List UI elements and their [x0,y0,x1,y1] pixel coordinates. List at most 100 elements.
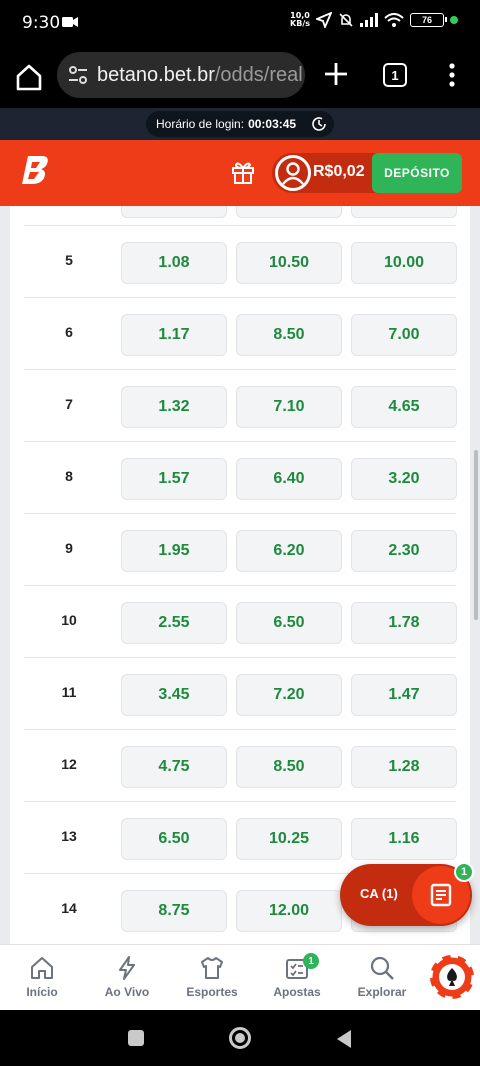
privacy-dot-icon [450,16,458,24]
scrollbar[interactable] [474,450,478,620]
recents-icon[interactable] [128,1030,144,1046]
odd-button[interactable]: 2.30 [351,530,457,572]
user-avatar-icon[interactable] [275,155,311,191]
odds-row: 9 1.95 6.20 2.30 [24,513,457,585]
odd-button[interactable]: 3.20 [351,458,457,500]
odd-button[interactable]: 7.00 [351,314,457,356]
status-icons: 10,0 KB/s 76 [290,12,458,28]
betano-logo-icon[interactable] [20,154,52,186]
row-label: 10 [61,612,77,628]
row-label: 6 [65,324,73,340]
odd-button[interactable]: 1.78 [351,602,457,644]
odds-row: 13 6.50 10.25 1.16 [24,801,457,873]
odd-button-partial[interactable] [121,206,227,218]
bottom-navigation: Início Ao Vivo Esportes 1 Apostas Explor… [0,944,480,1010]
nav-item-ao-vivo[interactable]: Ao Vivo [85,955,169,999]
nav-label: Início [26,985,58,999]
row-label: 9 [65,540,73,556]
tab-switcher-button[interactable]: 1 [383,63,407,87]
mute-bell-icon [339,13,353,27]
odd-button[interactable]: 10.00 [351,242,457,284]
net-speed-unit: KB/s [290,19,310,28]
odd-button[interactable]: 1.95 [121,530,227,572]
odd-button[interactable]: 4.75 [121,746,227,788]
odd-button[interactable]: 6.50 [236,602,342,644]
odd-button[interactable]: 2.55 [121,602,227,644]
wifi-icon [384,12,404,27]
odd-button[interactable]: 6.50 [121,818,227,860]
more-menu-icon[interactable] [442,60,462,90]
address-bar[interactable]: betano.bet.br/odds/real [57,52,305,98]
row-label: 13 [61,828,77,844]
odd-button[interactable]: 6.40 [236,458,342,500]
odds-row: 5 1.08 10.50 10.00 [24,225,457,297]
odds-row: 10 2.55 6.50 1.78 [24,585,457,657]
lightning-icon [119,956,135,980]
odd-button[interactable]: 12.00 [236,890,342,932]
odd-button[interactable]: 8.75 [121,890,227,932]
odd-button[interactable]: 1.08 [121,242,227,284]
back-triangle-icon[interactable] [337,1030,351,1048]
deposit-button[interactable]: DEPÓSITO [372,153,462,193]
nav-label: Esportes [186,985,238,999]
clock-icon [312,117,326,131]
nav-item-esportes[interactable]: Esportes [170,955,254,999]
nav-label: Explorar [357,985,407,999]
battery-icon: 76 [410,13,447,27]
betslip-code[interactable]: CA (1) [360,886,398,901]
odds-card: 5 1.08 10.50 10.00 6 1.17 8.50 7.00 7 1.32 7.10 4.6… [10,206,470,944]
clock-time: 9:30 [22,13,61,33]
odd-button[interactable]: 7.20 [236,674,342,716]
url-path: /odds/real [214,63,303,86]
url-host: betano.bet.br [97,63,215,86]
account-balance[interactable]: R$0,02 [313,163,365,181]
odds-row: 6 1.17 8.50 7.00 [24,297,457,369]
odd-button[interactable]: 1.32 [121,386,227,428]
new-tab-plus-icon[interactable] [322,60,350,88]
betslip-count-badge: 1 [454,862,474,882]
net-speed: 10,0 KB/s [290,12,310,28]
odd-button[interactable]: 1.47 [351,674,457,716]
odd-button[interactable]: 1.28 [351,746,457,788]
odd-button[interactable]: 3.45 [121,674,227,716]
signal-icon [360,13,378,27]
odd-button-partial[interactable] [236,206,342,218]
odds-row: 11 3.45 7.20 1.47 [24,657,457,729]
login-time-pill: Horário de login: 00:03:45 [146,111,334,137]
login-time-label: Horário de login: [156,117,245,131]
nav-item-inicio[interactable]: Início [0,955,84,999]
odd-button[interactable]: 7.10 [236,386,342,428]
odds-row: 8 1.57 6.40 3.20 [24,441,457,513]
odd-button[interactable]: 1.57 [121,458,227,500]
betslip-floating-button[interactable]: CA (1) 1 [340,862,474,926]
row-label: 7 [65,396,73,412]
account-area[interactable]: R$0,02 DEPÓSITO [272,153,462,193]
odd-button[interactable]: 10.50 [236,242,342,284]
row-label: 12 [61,756,77,772]
site-settings-icon[interactable] [67,64,89,86]
odd-button[interactable]: 8.50 [236,746,342,788]
home-icon[interactable] [14,62,44,92]
browser-toolbar: betano.bet.br/odds/real 1 [0,46,480,108]
site-header: R$0,02 DEPÓSITO [0,140,480,206]
row-label: 11 [61,684,77,700]
odd-button[interactable]: 1.17 [121,314,227,356]
apostas-count-badge: 1 [303,953,319,969]
odd-button[interactable]: 8.50 [236,314,342,356]
odd-button-partial[interactable] [351,206,457,218]
home-circle-icon[interactable] [229,1027,251,1049]
login-time-value: 00:03:45 [248,117,297,131]
odd-button[interactable]: 1.16 [351,818,457,860]
search-icon [370,956,394,980]
jersey-icon [201,957,223,979]
system-navigation-bar [0,1010,480,1066]
odd-button[interactable]: 6.20 [236,530,342,572]
odd-button[interactable]: 4.65 [351,386,457,428]
odd-button[interactable]: 10.25 [236,818,342,860]
odds-row: 7 1.32 7.10 4.65 [24,369,457,441]
nav-item-explorar[interactable]: Explorar [340,955,424,999]
casino-chip-icon[interactable] [428,953,476,1001]
row-label: 5 [65,252,73,268]
gift-icon[interactable] [230,159,256,185]
nav-item-apostas[interactable]: 1 Apostas [255,953,339,999]
